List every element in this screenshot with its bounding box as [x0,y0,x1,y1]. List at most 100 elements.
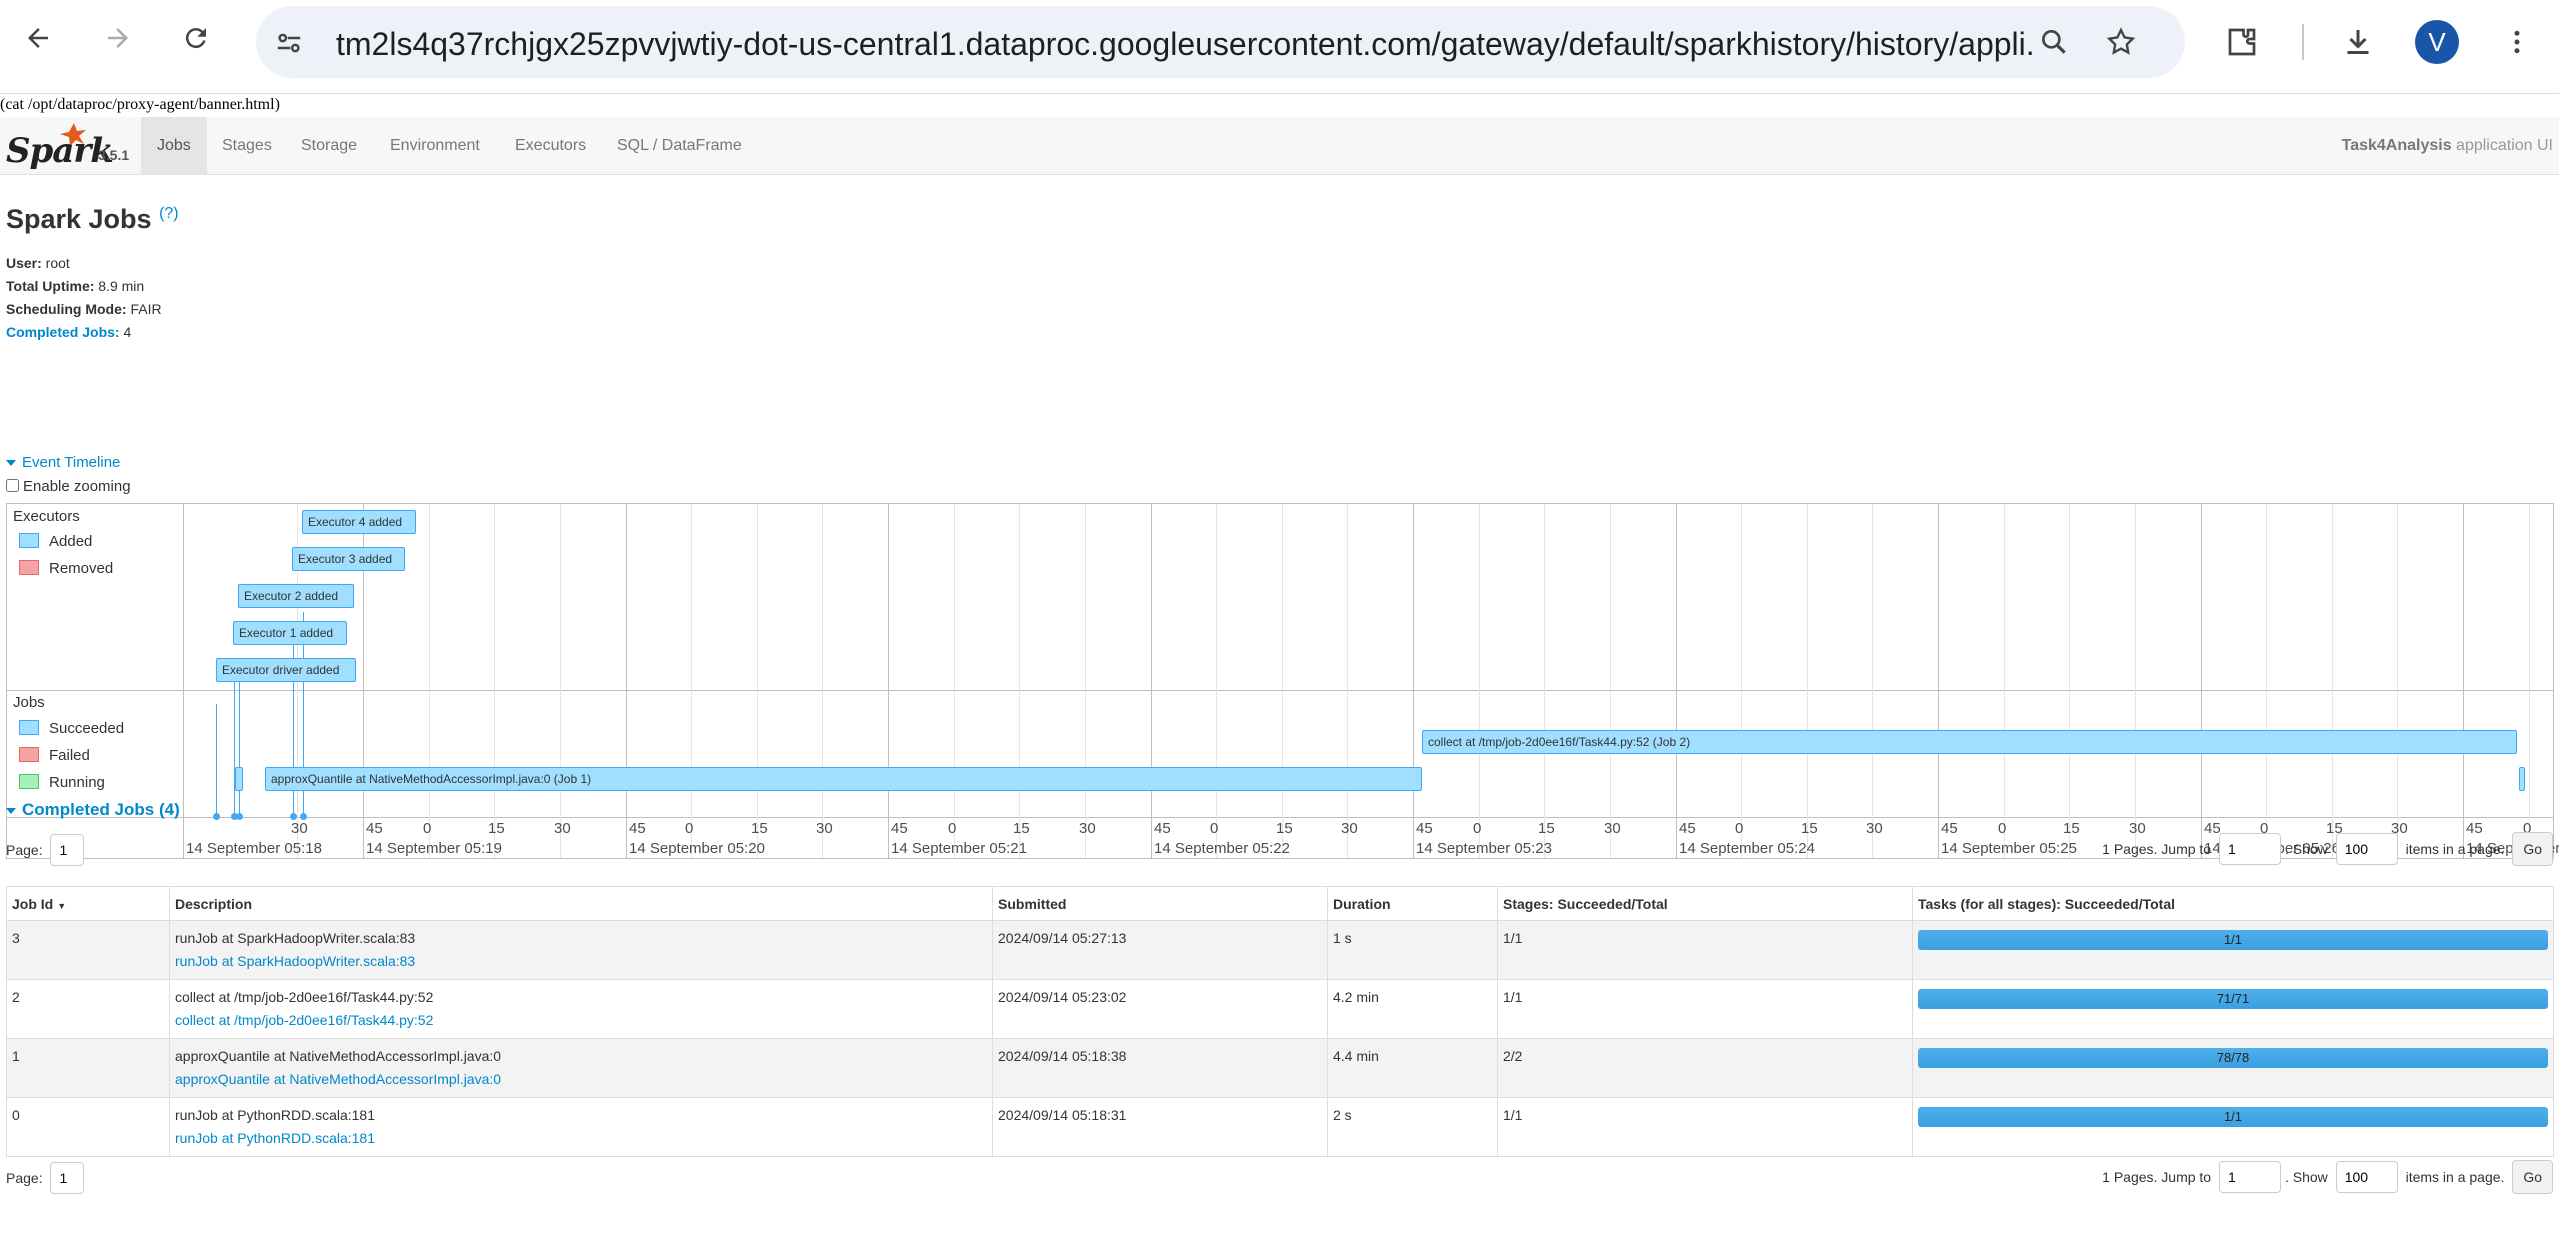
running-swatch [19,774,39,789]
event-dot[interactable] [290,813,297,820]
axis-tick-label: 45 [629,820,646,837]
submitted-cell: 2024/09/14 05:27:13 [992,920,1328,980]
help-link[interactable]: (?) [159,205,179,222]
timeline-gridline [888,504,889,858]
address-bar[interactable]: tm2ls4q37rchjgx25zpvvjwtiy-dot-us-centra… [256,6,2185,78]
page-size-input[interactable] [2335,833,2398,865]
job-0-bar[interactable] [235,767,243,791]
axis-tick-label: 30 [1341,820,1358,837]
executor-4-added-event[interactable]: Executor 4 added [302,510,416,534]
timeline-gridline [1676,504,1677,858]
browser-menu-icon[interactable] [2502,24,2532,60]
axis-tick-label: 0 [1473,820,1482,837]
col-stages[interactable]: Stages: Succeeded/Total [1497,886,1913,921]
go-button[interactable]: Go [2512,1160,2553,1194]
axis-tick-label: 15 [1013,820,1030,837]
axis-tick-label: 15 [1276,820,1293,837]
event-dot[interactable] [236,813,243,820]
completed-jobs-link[interactable]: Completed Jobs: [6,324,120,340]
col-tasks[interactable]: Tasks (for all stages): Succeeded/Total [1912,886,2554,921]
legend-succeeded-label: Succeeded [49,720,125,737]
caret-down-icon [6,460,16,467]
download-icon[interactable] [2340,24,2376,60]
completed-jobs-table: Job Id ▼ Description Submitted Duration S… [6,886,2554,1157]
timeline-gridline [2069,504,2070,858]
site-settings-icon[interactable] [274,28,304,58]
executor-2-added-event[interactable]: Executor 2 added [238,584,354,608]
event-stem [216,704,217,816]
event-timeline: Executors Added Removed Jobs Succeeded F… [6,503,2559,859]
timeline-gridline [1544,504,1545,858]
col-duration[interactable]: Duration [1327,886,1498,921]
scheduling-mode-label: Scheduling Mode: [6,301,127,317]
col-description[interactable]: Description [169,886,993,921]
job-description-link[interactable]: runJob at PythonRDD.scala:181 [175,1127,987,1150]
job-3-bar[interactable] [2519,767,2525,791]
bottom-page-selector: Page: [6,1162,88,1194]
job-description-link[interactable]: approxQuantile at NativeMethodAccessorIm… [175,1068,987,1091]
scheduling-mode-value: FAIR [126,301,162,317]
tasks-cell: 71/71 [1912,979,2554,1039]
col-job-id[interactable]: Job Id ▼ [6,886,170,921]
enable-zooming-checkbox[interactable] [6,479,19,492]
enable-zooming[interactable]: Enable zooming [6,478,131,495]
zoom-search-icon[interactable] [2038,26,2070,58]
axis-tick-label: 15 [488,820,505,837]
show-label: . Show [2284,1169,2328,1185]
axis-tick-label: 0 [1210,820,1219,837]
tab-executors[interactable]: Executors [499,117,602,174]
reload-button[interactable] [176,18,216,58]
reload-icon [185,28,206,49]
job-id-cell: 3 [6,920,170,980]
event-timeline-toggle[interactable]: Event Timeline [6,454,120,471]
bookmark-star-icon[interactable] [2105,26,2137,58]
profile-avatar[interactable]: V [2415,20,2459,64]
job-2-bar[interactable]: collect at /tmp/job-2d0ee16f/Task44.py:5… [1422,730,2517,754]
top-page-selector: Page: [6,834,88,866]
executor-1-added-event[interactable]: Executor 1 added [233,621,347,645]
tab-environment[interactable]: Environment [374,117,496,174]
stages-cell: 2/2 [1497,1038,1913,1098]
go-button[interactable]: Go [2512,832,2553,866]
axis-tick-label: 45 [1154,820,1171,837]
col-submitted[interactable]: Submitted [992,886,1328,921]
tasks-progress-bar: 1/1 [1918,1107,2548,1127]
items-label: items in a page. [2405,841,2505,857]
axis-tick-label: 15 [1538,820,1555,837]
jump-to-page-input[interactable] [2218,1161,2281,1193]
items-label: items in a page. [2405,1169,2505,1185]
page-number-input[interactable] [50,834,85,866]
back-button[interactable] [18,18,58,58]
duration-cell: 2 s [1327,1097,1498,1157]
executors-group-label: Executors [13,508,80,525]
tab-stages[interactable]: Stages [206,117,288,174]
extensions-icon[interactable] [2224,24,2260,60]
tasks-progress-bar: 71/71 [1918,989,2548,1009]
timeline-gridline [822,504,823,858]
event-dot[interactable] [300,813,307,820]
job-description-link[interactable]: collect at /tmp/job-2d0ee16f/Task44.py:5… [175,1009,987,1032]
legend-added-label: Added [49,533,93,550]
enable-zooming-label: Enable zooming [23,478,131,495]
tab-sql-dataframe[interactable]: SQL / DataFrame [601,117,758,174]
completed-jobs-toggle[interactable]: Completed Jobs (4) [6,800,180,820]
executor-driver-added-event[interactable]: Executor driver added [216,658,356,682]
tasks-progress-text: 1/1 [2223,932,2243,947]
axis-tick-label: 30 [554,820,571,837]
jump-to-page-input[interactable] [2218,833,2281,865]
executor-3-added-event[interactable]: Executor 3 added [292,547,405,571]
submitted-cell: 2024/09/14 05:23:02 [992,979,1328,1039]
page-size-input[interactable] [2335,1161,2398,1193]
job-1-bar[interactable]: approxQuantile at NativeMethodAccessorIm… [265,767,1422,791]
forward-button[interactable] [98,18,138,58]
job-id-cell: 2 [6,979,170,1039]
event-dot[interactable] [213,813,220,820]
tab-jobs[interactable]: Jobs [141,117,207,174]
timeline-gridline [954,504,955,858]
toolbar-separator [2302,24,2304,60]
page-number-input[interactable] [50,1162,85,1194]
timeline-gridline [1019,504,1020,858]
tab-storage[interactable]: Storage [285,117,373,174]
page-content: (cat /opt/dataproc/proxy-agent/banner.ht… [0,94,2559,1260]
job-description-link[interactable]: runJob at SparkHadoopWriter.scala:83 [175,950,987,973]
